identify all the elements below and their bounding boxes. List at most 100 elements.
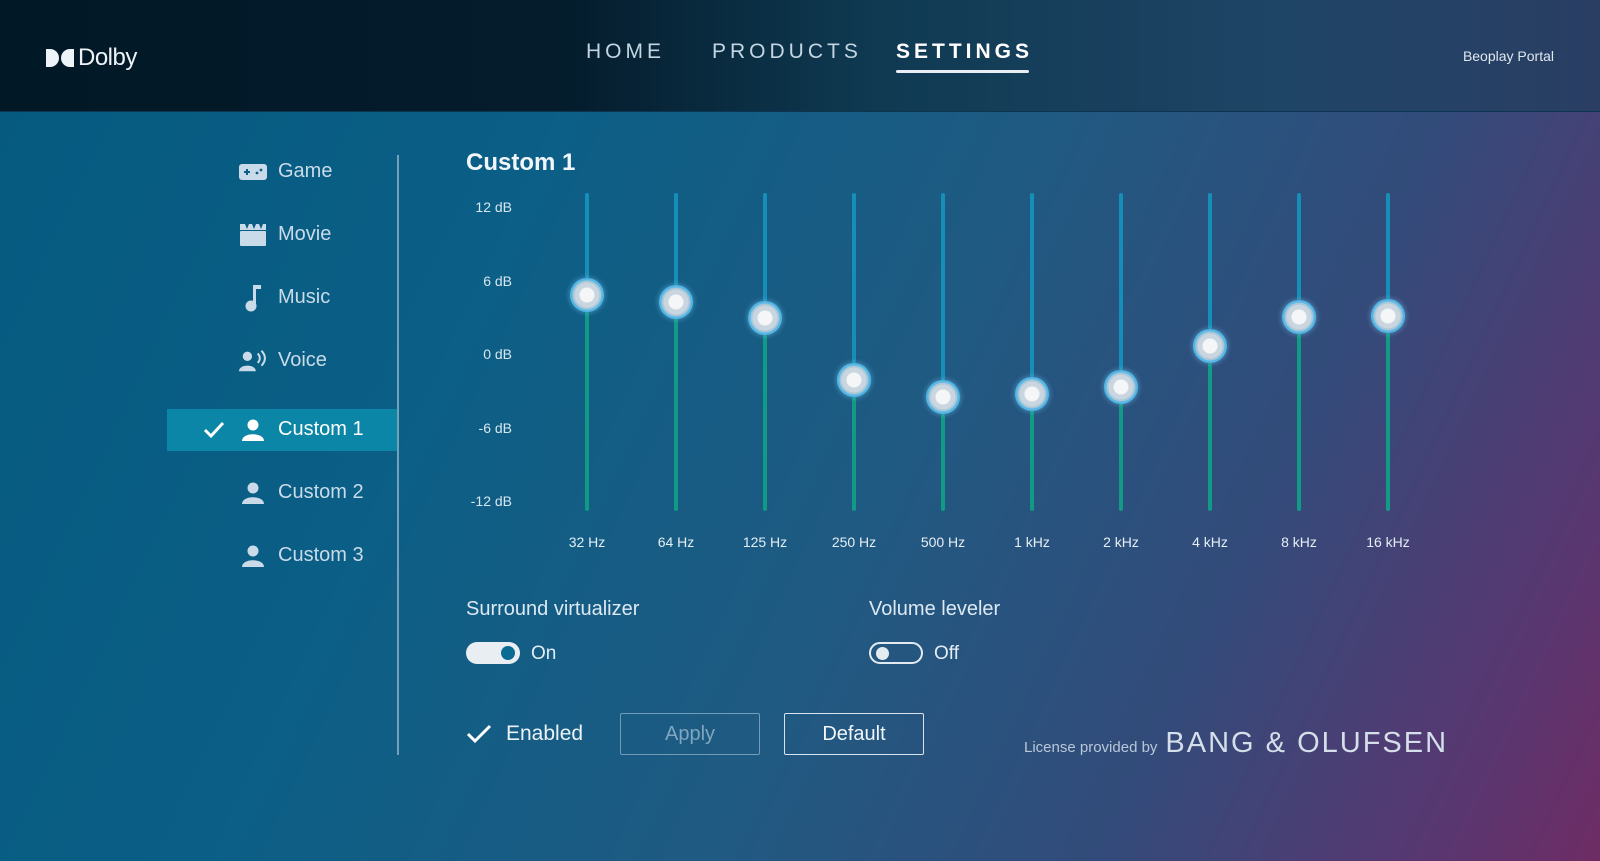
user-icon [239,543,267,569]
equalizer: 12 dB 6 dB 0 dB -6 dB -12 dB 32 Hz 64 Hz 1… [440,180,1410,560]
sidebar-item-custom-2[interactable]: Custom 2 [167,472,397,514]
db-label: -6 dB [478,420,512,436]
eq-band-slider[interactable] [1358,193,1418,511]
nav-settings[interactable]: SETTINGS [896,40,1033,73]
toggle-knob [501,646,515,660]
sidebar-item-game[interactable]: Game [167,151,397,193]
slider-knob[interactable] [748,301,782,336]
sidebar-item-music[interactable]: Music [167,277,397,319]
slider-track-upper [1119,193,1123,371]
license-notice: License provided by BANG & OLUFSEN [1024,727,1448,760]
slider-track-lower [1119,404,1123,511]
slider-knob[interactable] [837,362,871,397]
sidebar-item-label: Game [278,160,333,182]
main-nav: HOME PRODUCTS SETTINGS [0,40,1600,80]
volume-leveler-label: Volume leveler [869,598,1001,620]
eq-band-slider[interactable] [557,193,617,511]
slider-track-lower [1297,333,1301,511]
preset-sidebar: Game Movie Music Voice Custom 1 Custom 2 [167,145,399,755]
eq-band-slider[interactable] [1180,193,1240,511]
slider-track-lower [941,413,945,511]
clapperboard-icon [239,222,267,248]
slider-knob[interactable] [1371,298,1405,333]
eq-band-slider[interactable] [824,193,884,511]
frequency-label: 32 Hz [568,534,606,550]
preset-title: Custom 1 [466,149,576,176]
slider-track-lower [1208,362,1212,511]
slider-knob[interactable] [1015,377,1049,412]
sidebar-divider [397,155,399,755]
eq-band-slider[interactable] [1269,193,1329,511]
frequency-label: 1 kHz [1014,534,1050,550]
music-note-icon [239,285,267,312]
sidebar-item-voice[interactable]: Voice [167,340,397,382]
frequency-label: 125 Hz [742,534,788,550]
volume-leveler-toggle[interactable] [869,642,923,664]
toggle-knob [876,647,889,660]
bang-olufsen-logo: BANG & OLUFSEN [1165,727,1449,759]
db-label: -12 dB [470,493,512,509]
default-button[interactable]: Default [784,713,924,755]
slider-track-lower [852,396,856,511]
slider-knob[interactable] [570,278,604,313]
frequency-label: 64 Hz [657,534,695,550]
slider-track-lower [1030,411,1034,511]
eq-band-slider[interactable] [646,193,706,511]
beoplay-portal-link[interactable]: Beoplay Portal [1463,48,1554,64]
slider-track-upper [674,193,678,286]
sidebar-item-label: Custom 3 [278,544,364,566]
frequency-label: 250 Hz [831,534,877,550]
eq-band-slider[interactable] [913,193,973,511]
eq-band-slider[interactable] [1002,193,1062,511]
surround-state-text: On [531,643,557,664]
surround-virtualizer-label: Surround virtualizer [466,598,640,620]
frequency-label: 4 kHz [1192,534,1228,550]
nav-home[interactable]: HOME [586,40,665,64]
slider-track-lower [763,335,767,511]
sidebar-item-custom-3[interactable]: Custom 3 [167,535,397,577]
slider-knob[interactable] [659,285,693,320]
sidebar-item-label: Movie [278,223,332,245]
enabled-label: Enabled [506,722,584,745]
db-label: 0 dB [483,346,512,362]
slider-track-upper [852,193,856,363]
frequency-label: 2 kHz [1103,534,1139,550]
apply-button[interactable]: Apply [620,713,760,755]
leveler-state-text: Off [934,643,959,664]
slider-track-upper [1297,193,1301,300]
voice-icon [239,348,267,374]
slider-track-upper [1208,193,1212,329]
eq-band-slider[interactable] [1091,193,1151,511]
slider-knob[interactable] [926,379,960,414]
db-label: 6 dB [483,273,512,289]
top-navigation-bar: Dolby HOME PRODUCTS SETTINGS Beoplay Por… [0,0,1600,112]
slider-track-upper [1386,193,1390,299]
user-icon [239,417,267,443]
slider-track-upper [763,193,767,302]
sidebar-item-label: Custom 2 [278,481,364,503]
checkmark-icon [466,724,492,744]
frequency-label: 8 kHz [1281,534,1317,550]
gamepad-icon [239,159,267,185]
sidebar-item-custom-1[interactable]: Custom 1 [167,409,397,451]
slider-track-upper [941,193,945,380]
slider-knob[interactable] [1193,328,1227,363]
db-label: 12 dB [475,199,512,215]
sidebar-item-label: Voice [278,349,327,371]
sidebar-item-label: Music [278,286,331,308]
enabled-checkbox[interactable]: Enabled [466,722,583,746]
surround-virtualizer-toggle[interactable] [466,642,520,664]
user-icon [239,480,267,506]
slider-track-lower [585,312,589,511]
sidebar-item-movie[interactable]: Movie [167,214,397,256]
slider-track-lower [674,319,678,511]
eq-band-slider[interactable] [735,193,795,511]
slider-track-lower [1386,332,1390,511]
slider-knob[interactable] [1104,370,1138,405]
nav-products[interactable]: PRODUCTS [712,40,862,64]
frequency-label: 500 Hz [920,534,966,550]
slider-knob[interactable] [1282,299,1316,334]
frequency-label: 16 kHz [1366,534,1410,550]
license-text: License provided by [1024,739,1158,756]
checkmark-icon [203,419,225,441]
